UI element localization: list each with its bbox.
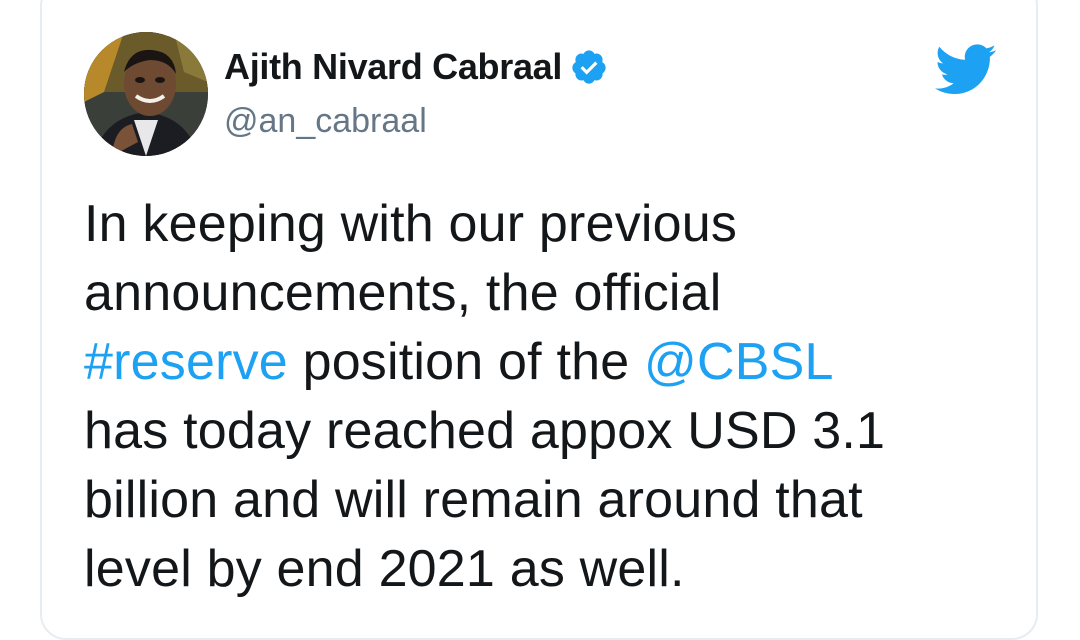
tweet-line: #reserve position of the @CBSL [84, 328, 1014, 397]
twitter-bird-icon[interactable] [935, 44, 997, 96]
verified-badge-icon [572, 50, 606, 84]
tweet-line: announcements, the official [84, 264, 722, 322]
avatar[interactable] [84, 32, 208, 156]
author-display-name[interactable]: Ajith Nivard Cabraal [224, 46, 562, 88]
hashtag-reserve-link[interactable]: #reserve [84, 333, 288, 391]
tweet-line: In keeping with our previous [84, 195, 738, 253]
author-handle[interactable]: @an_cabraal [224, 102, 427, 141]
avatar-image [84, 32, 208, 156]
tweet-line: has today reached appox USD 3.1 [84, 402, 886, 460]
tweet-line: level by end 2021 as well. [84, 540, 685, 598]
tweet-text-fragment: position of the [287, 333, 644, 391]
author-name-row[interactable]: Ajith Nivard Cabraal [224, 42, 608, 92]
tweet-text: In keeping with our previous announcemen… [84, 190, 1014, 604]
tweet-line: billion and will remain around that [84, 471, 863, 529]
mention-cbsl-link[interactable]: @CBSL [644, 333, 834, 391]
